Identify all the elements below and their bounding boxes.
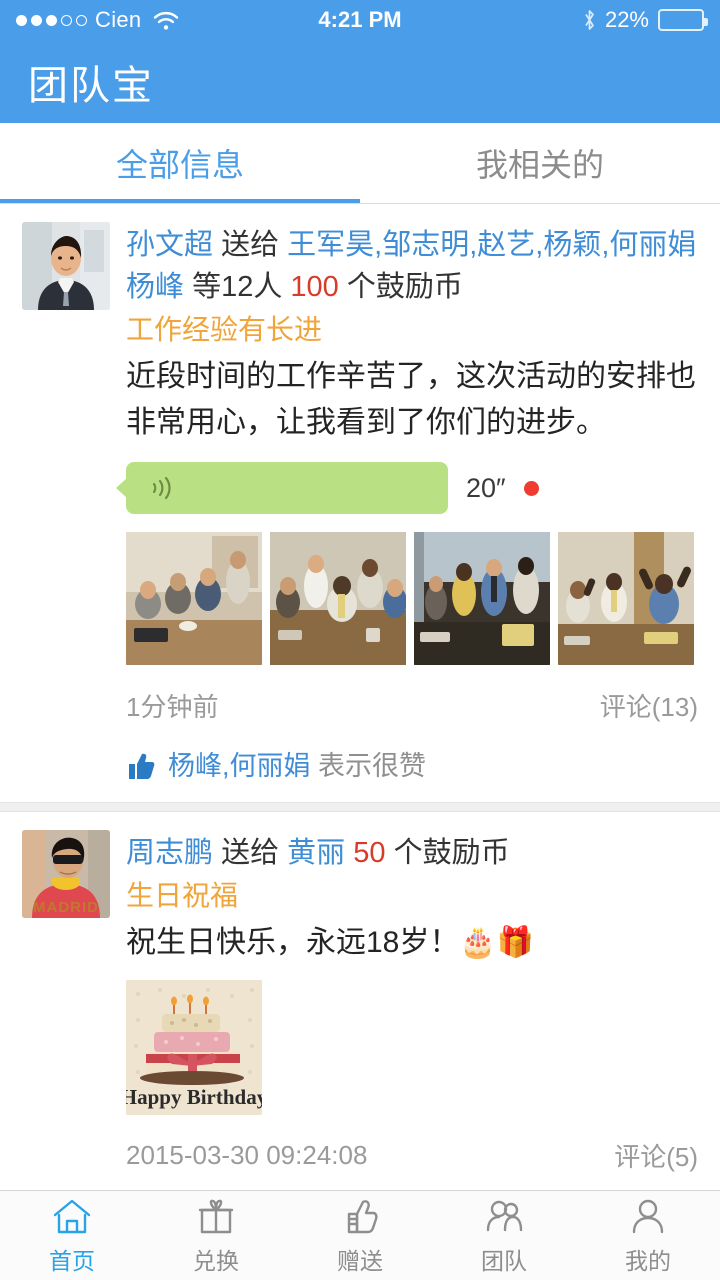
gift-icon — [195, 1196, 237, 1238]
nav-label: 首页 — [49, 1247, 95, 1274]
post-tagline: 工作经验有长进 — [126, 314, 323, 345]
nav-label: 兑换 — [193, 1247, 239, 1274]
post-coin-amount: 100 — [290, 271, 339, 303]
photo-grid — [126, 532, 698, 665]
nav-label: 团队 — [481, 1247, 527, 1274]
post-tagline: 生日祝福 — [126, 880, 239, 911]
likers-names[interactable]: 杨峰,何丽娟 — [168, 751, 311, 781]
post-content: 祝生日快乐，永远18岁！🎂🎁 — [126, 926, 535, 959]
post-content-row: MADRID 周志鹏 送给 黄丽 50 个鼓励币 生日祝福 祝生日快乐，永远18… — [22, 830, 698, 1252]
tab-active-indicator — [0, 199, 360, 203]
status-bar: Cien 4:21 PM 22% — [0, 0, 720, 40]
post-body: 周志鹏 送给 黄丽 50 个鼓励币 生日祝福 祝生日快乐，永远18岁！🎂🎁 Ha… — [126, 830, 698, 1252]
post-meta-row: 1分钟前 评论(13) — [126, 687, 698, 724]
post-headline: 孙文超 送给 王军昊,邹志明,赵艺,杨颖,何丽娟杨峰 等12人 100 个鼓励币 — [126, 224, 698, 308]
nav-item-home[interactable]: 首页 — [0, 1191, 144, 1280]
signal-dot — [16, 14, 27, 26]
post-verb: 送给 — [221, 837, 280, 869]
nav-label: 赠送 — [337, 1247, 383, 1274]
person-icon — [627, 1196, 669, 1238]
bluetooth-icon — [583, 9, 596, 31]
app-header: 团队宝 — [0, 40, 720, 123]
post-content: 近段时间的工作辛苦了，这次活动的安排也非常用心，让我看到了你们的进步。 — [126, 360, 696, 439]
photo-thumbnail[interactable] — [126, 532, 262, 665]
likes-text: 杨峰,何丽娟 表示很赞 — [168, 748, 426, 784]
post-coin-unit: 个鼓励币 — [346, 271, 463, 303]
photo-caption: Happy Birthday — [126, 1085, 262, 1109]
message-feed: 孙文超 送给 王军昊,邹志明,赵艺,杨颖,何丽娟杨峰 等12人 100 个鼓励币… — [0, 204, 720, 1252]
post-headline: 周志鹏 送给 黄丽 50 个鼓励币 — [126, 832, 698, 874]
photo-thumbnail[interactable] — [558, 532, 694, 665]
battery-percent-label: 22% — [604, 7, 649, 32]
status-bar-right: 22% — [583, 7, 708, 33]
nav-item-exchange[interactable]: 兑换 — [144, 1191, 288, 1280]
comments-link[interactable]: 评论(5) — [614, 1137, 698, 1174]
post-sender[interactable]: 孙文超 — [126, 229, 213, 261]
post-body: 孙文超 送给 王军昊,邹志明,赵艺,杨颖,何丽娟杨峰 等12人 100 个鼓励币… — [116, 222, 698, 802]
nav-item-mine[interactable]: 我的 — [576, 1191, 720, 1280]
bottom-navigation: 首页 兑换 赠送 团队 我的 — [0, 1190, 720, 1280]
nav-item-give[interactable]: 赠送 — [288, 1191, 432, 1280]
signal-dot-empty — [61, 14, 72, 26]
avatar[interactable]: MADRID — [22, 830, 110, 918]
voice-message-row: 20″ — [116, 462, 698, 514]
post-coin-unit: 个鼓励币 — [393, 837, 510, 869]
tab-all-messages[interactable]: 全部信息 — [0, 123, 360, 203]
signal-strength-indicator — [16, 14, 87, 26]
svg-text:MADRID: MADRID — [33, 899, 99, 916]
comments-link[interactable]: 评论(13) — [600, 687, 698, 724]
carrier-label: Cien — [95, 7, 142, 32]
voice-unread-dot — [523, 480, 539, 496]
app-screen: Cien 4:21 PM 22% 团队宝 全部信息 我相关的 孙文超 送给 王军… — [0, 0, 720, 1280]
post-verb: 送给 — [221, 229, 280, 261]
thumbs-up-icon — [339, 1196, 381, 1238]
post-content-row: 孙文超 送给 王军昊,邹志明,赵艺,杨颖,何丽娟杨峰 等12人 100 个鼓励币… — [22, 222, 698, 802]
feed-post[interactable]: 孙文超 送给 王军昊,邹志明,赵艺,杨颖,何丽娟杨峰 等12人 100 个鼓励币… — [0, 204, 720, 802]
tab-related-to-me[interactable]: 我相关的 — [360, 123, 720, 203]
post-timestamp: 1分钟前 — [126, 692, 219, 722]
photo-thumbnail[interactable]: Happy Birthday — [126, 980, 262, 1115]
nav-item-team[interactable]: 团队 — [432, 1191, 576, 1280]
photo-thumbnail[interactable] — [270, 532, 406, 665]
home-icon — [51, 1196, 93, 1238]
post-separator — [0, 802, 720, 812]
avatar[interactable] — [22, 222, 110, 310]
post-sender[interactable]: 周志鹏 — [126, 837, 213, 869]
wifi-icon — [153, 11, 179, 30]
thumbs-up-icon — [126, 751, 156, 781]
people-icon — [483, 1196, 525, 1238]
signal-dot — [31, 14, 42, 26]
status-bar-left: Cien — [16, 7, 179, 33]
post-coin-amount: 50 — [353, 837, 386, 869]
post-recipient-count: 等12人 — [192, 271, 283, 303]
photo-thumbnail[interactable] — [414, 532, 550, 665]
battery-icon — [658, 9, 708, 31]
likes-suffix: 表示很赞 — [318, 751, 427, 781]
likes-row[interactable]: 杨峰,何丽娟 表示很赞 — [126, 732, 698, 802]
post-meta-row: 2015-03-30 09:24:08 评论(5) — [126, 1137, 698, 1174]
signal-dot-empty — [76, 14, 87, 26]
page-title: 团队宝 — [28, 63, 154, 108]
tab-bar: 全部信息 我相关的 — [0, 123, 720, 204]
feed-post[interactable]: MADRID 周志鹏 送给 黄丽 50 个鼓励币 生日祝福 祝生日快乐，永远18… — [0, 812, 720, 1252]
sound-wave-icon — [148, 474, 174, 502]
voice-duration-label: 20″ — [466, 472, 506, 503]
post-timestamp: 2015-03-30 09:24:08 — [126, 1140, 368, 1170]
nav-label: 我的 — [625, 1247, 671, 1274]
post-recipients[interactable]: 黄丽 — [287, 837, 345, 869]
signal-dot — [46, 14, 57, 26]
voice-message-bubble[interactable] — [116, 462, 448, 514]
